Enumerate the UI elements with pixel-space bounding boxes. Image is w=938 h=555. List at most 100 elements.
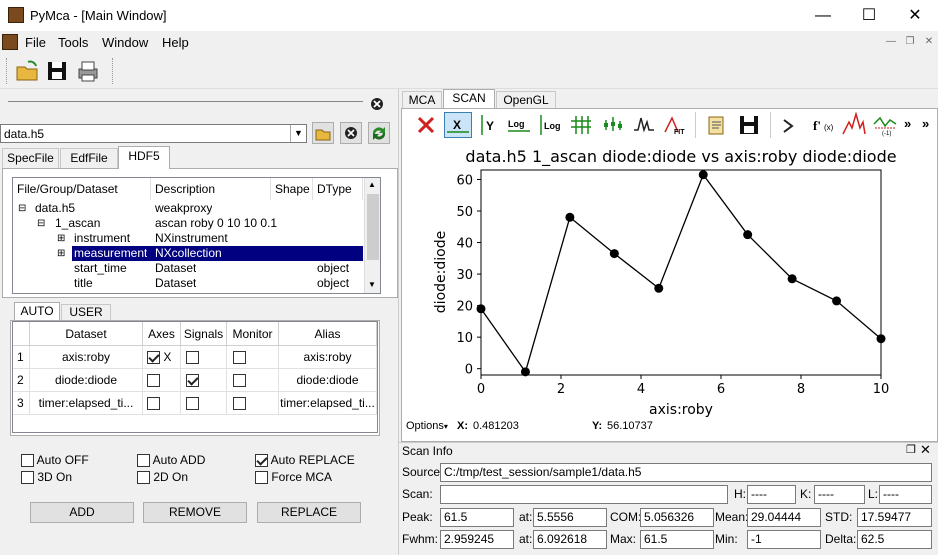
mdi-child-icon[interactable] [2, 34, 18, 50]
axes-checkbox[interactable] [147, 351, 160, 365]
log-y-icon[interactable]: Log [537, 112, 563, 138]
axes-checkbox[interactable] [147, 397, 160, 411]
more-tools-icon-2[interactable]: » [922, 116, 929, 131]
tree-row[interactable]: start_time Dataset object [13, 261, 363, 276]
minimize-button[interactable]: — [800, 0, 846, 31]
peak-field[interactable]: 61.5 [440, 508, 514, 527]
derivative-icon[interactable] [631, 112, 657, 138]
col-header-dataset[interactable]: Dataset [30, 322, 143, 346]
axes-cell[interactable] [143, 369, 181, 392]
auto-replace-checkbox[interactable] [255, 454, 268, 468]
refresh-icon[interactable] [368, 122, 390, 144]
col-header-signals[interactable]: Signals [181, 322, 227, 346]
signals-cell[interactable] [181, 369, 227, 392]
col-header-monitor[interactable]: Monitor [227, 322, 279, 346]
hdf5-tree-view[interactable]: File/Group/Dataset Description Shape DTy… [12, 177, 381, 294]
save-plot-icon[interactable] [736, 112, 762, 138]
tab-auto[interactable]: AUTO [14, 302, 60, 320]
chevron-down-icon[interactable]: ▼ [290, 125, 306, 142]
tree-row[interactable]: title Dataset object [13, 276, 363, 291]
col-header-axes[interactable]: Axes [143, 322, 181, 346]
monitor-cell[interactable] [227, 346, 279, 369]
collapse-icon[interactable]: ⊟ [37, 216, 45, 231]
axes-checkbox[interactable] [147, 374, 160, 388]
dataset-cell[interactable]: timer:elapsed_ti... [30, 392, 143, 415]
close-window-button[interactable]: ✕ [892, 0, 938, 31]
function-icon[interactable]: f' (x) [810, 112, 836, 138]
tree-row[interactable]: ⊟ data.h5 weakproxy [13, 201, 363, 216]
open-folder-icon[interactable] [14, 58, 40, 84]
monitor-checkbox[interactable] [233, 351, 246, 365]
2d-on-checkbox[interactable] [137, 471, 150, 485]
3d-on-option[interactable]: 3D On [21, 470, 72, 485]
h-field[interactable]: ---- [747, 485, 796, 504]
clear-plot-icon[interactable] [413, 112, 439, 138]
signals-checkbox[interactable] [186, 397, 199, 411]
tab-opengl[interactable]: OpenGL [496, 91, 556, 109]
axes-cell[interactable] [143, 392, 181, 415]
tree-vertical-scrollbar[interactable]: ▲ ▼ [364, 178, 380, 293]
dataset-cell[interactable]: axis:roby [30, 346, 143, 369]
scroll-down-icon[interactable]: ▼ [368, 280, 376, 289]
tree-row[interactable]: ⊟ 1_ascan ascan roby 0 10 10 0.1 [13, 216, 363, 231]
log-x-icon[interactable]: Log [506, 112, 532, 138]
autoscale-y-icon[interactable]: Y [475, 112, 501, 138]
fwhm-at-field[interactable]: 6.092618 [533, 530, 607, 549]
open-file-icon[interactable] [312, 122, 334, 144]
monitor-cell[interactable] [227, 392, 279, 415]
float-panel-icon[interactable]: ❐ [906, 443, 916, 456]
tab-mca[interactable]: MCA [402, 91, 442, 109]
delta-field[interactable]: 62.5 [857, 530, 932, 549]
add-button[interactable]: ADD [30, 502, 134, 523]
scan-plot[interactable]: data.h5 1_ascan diode:diode vs axis:roby… [403, 144, 936, 419]
min-field[interactable]: -1 [747, 530, 821, 549]
alias-cell[interactable]: axis:roby [279, 346, 377, 369]
signals-checkbox[interactable] [186, 351, 199, 365]
maximize-button[interactable]: ☐ [846, 0, 892, 31]
auto-add-checkbox[interactable] [137, 454, 150, 468]
tree-header-description[interactable]: Description [151, 178, 271, 200]
close-file-icon[interactable] [340, 122, 362, 144]
print-icon[interactable] [74, 58, 100, 84]
tab-hdf5[interactable]: HDF5 [118, 146, 170, 169]
scan-field[interactable] [440, 485, 728, 504]
alias-cell[interactable]: diode:diode [279, 369, 377, 392]
remove-button[interactable]: REMOVE [143, 502, 247, 523]
fit-icon[interactable]: FIT [662, 112, 688, 138]
auto-off-checkbox[interactable] [21, 454, 34, 468]
scroll-up-icon[interactable]: ▲ [368, 180, 376, 189]
tree-header-dtype[interactable]: DType [313, 178, 363, 200]
com-field[interactable]: 5.056326 [640, 508, 714, 527]
scroll-thumb[interactable] [367, 194, 379, 260]
close-panel-icon[interactable]: ✕ [920, 442, 931, 458]
tab-user[interactable]: USER [61, 304, 111, 320]
monitor-checkbox[interactable] [233, 374, 246, 388]
max-field[interactable]: 61.5 [640, 530, 714, 549]
auto-off-option[interactable]: Auto OFF [21, 453, 89, 468]
menu-help[interactable]: Help [162, 35, 189, 50]
expand-icon[interactable]: ⊞ [57, 246, 65, 261]
force-mca-checkbox[interactable] [255, 471, 268, 485]
mean-field[interactable]: 29.04444 [747, 508, 821, 527]
mdi-close-icon[interactable]: ✕ [921, 35, 937, 49]
force-mca-option[interactable]: Force MCA [255, 470, 332, 485]
axes-cell[interactable]: X [143, 346, 181, 369]
k-field[interactable]: ---- [814, 485, 865, 504]
file-selector-combo[interactable]: data.h5 ▼ [0, 124, 307, 143]
2d-on-option[interactable]: 2D On [137, 470, 188, 485]
dataset-cell[interactable]: diode:diode [30, 369, 143, 392]
l-field[interactable]: ---- [879, 485, 932, 504]
replace-button[interactable]: REPLACE [257, 502, 361, 523]
menu-tools[interactable]: Tools [58, 35, 88, 50]
dropdown-icon[interactable]: ▾ [444, 422, 448, 431]
monitor-checkbox[interactable] [233, 397, 246, 411]
close-panel-icon[interactable] [370, 97, 384, 111]
mdi-restore-icon[interactable]: ❐ [902, 35, 918, 49]
average-icon[interactable] [779, 112, 805, 138]
collapse-icon[interactable]: ⊟ [18, 201, 26, 216]
menu-window[interactable]: Window [102, 35, 148, 50]
autoscale-x-icon[interactable]: X [444, 112, 472, 138]
alias-cell[interactable]: timer:elapsed_ti... [279, 392, 377, 415]
tab-specfile[interactable]: SpecFile [2, 148, 59, 168]
signals-cell[interactable] [181, 392, 227, 415]
